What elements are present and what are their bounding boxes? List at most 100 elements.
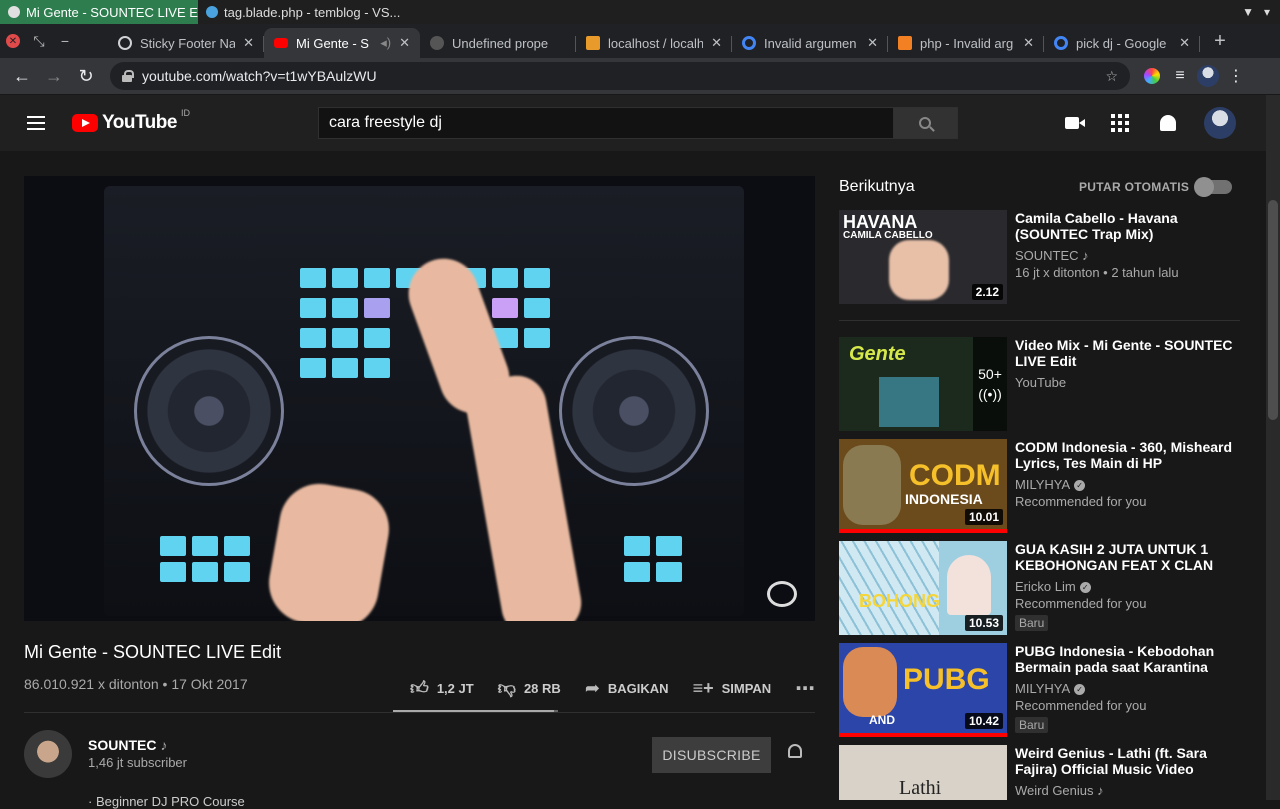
os-window-youtube[interactable]: Mi Gente - SOUNTEC LIVE E... bbox=[0, 0, 198, 24]
window-restore-button[interactable]: ⤡ bbox=[26, 24, 52, 58]
video-thumbnail[interactable]: PUBG AND 10.42 bbox=[839, 643, 1007, 737]
rec-channel[interactable]: Ericko Lim ✓ bbox=[1015, 579, 1235, 594]
tab-title: Invalid argumen bbox=[764, 35, 857, 51]
recommendation-item[interactable]: CODM INDONESIA 10.01 CODM Indonesia - 36… bbox=[839, 439, 1239, 535]
watched-progress bbox=[839, 529, 1007, 533]
video-thumbnail[interactable]: BOHONG 10.53 bbox=[839, 541, 1007, 635]
rec-title[interactable]: Weird Genius - Lathi (ft. Sara Fajira) O… bbox=[1015, 745, 1235, 777]
new-tab-button[interactable]: + bbox=[1200, 24, 1240, 58]
wifi-icon[interactable]: ▼ bbox=[1242, 5, 1254, 19]
notifications-button[interactable] bbox=[1156, 111, 1180, 135]
tab-close-icon[interactable]: ✕ bbox=[867, 35, 878, 51]
tab-close-icon[interactable]: ✕ bbox=[711, 35, 722, 51]
scrollbar-thumb[interactable] bbox=[1268, 200, 1278, 420]
channel-avatar[interactable] bbox=[24, 730, 72, 778]
rec-title[interactable]: GUA KASIH 2 JUTA UNTUK 1 KEBOHONGAN FEAT… bbox=[1015, 541, 1235, 573]
tab-title: localhost / localh bbox=[608, 35, 704, 51]
browser-tab[interactable]: Sticky Footer Na ✕ bbox=[108, 28, 264, 58]
rec-channel-text: MILYHYA bbox=[1015, 681, 1071, 696]
rec-channel[interactable]: YouTube bbox=[1015, 375, 1235, 390]
youtube-play-icon bbox=[72, 114, 98, 132]
browser-tab-active[interactable]: Mi Gente - S ◂) ✕ bbox=[264, 28, 420, 58]
pad bbox=[364, 328, 390, 348]
rec-channel[interactable]: MILYHYA ✓ bbox=[1015, 477, 1235, 492]
url-text[interactable]: youtube.com/watch?v=t1wYBAulzWU bbox=[142, 68, 1095, 84]
channel-name-text: SOUNTEC bbox=[88, 737, 157, 753]
speaker-icon[interactable]: ◂) bbox=[380, 35, 391, 51]
verified-icon: ✓ bbox=[1074, 480, 1086, 492]
os-window-title: Mi Gente - SOUNTEC LIVE E... bbox=[26, 4, 198, 20]
pad bbox=[160, 536, 186, 556]
lock-icon[interactable] bbox=[122, 70, 134, 82]
rec-channel[interactable]: SOUNTEC ♪ bbox=[1015, 248, 1235, 263]
rec-title[interactable]: PUBG Indonesia - Kebodohan Bermain pada … bbox=[1015, 643, 1235, 675]
os-window-vscode[interactable]: tag.blade.php - temblog - VS... bbox=[198, 0, 428, 24]
rec-title[interactable]: Video Mix - Mi Gente - SOUNTEC LIVE Edit bbox=[1015, 337, 1235, 369]
account-avatar[interactable] bbox=[1204, 107, 1236, 139]
menu-icon[interactable] bbox=[16, 116, 56, 130]
browser-tab[interactable]: pick dj - Google ✕ bbox=[1044, 28, 1200, 58]
window-minimize-button[interactable]: − bbox=[52, 24, 78, 58]
browser-tab[interactable]: Undefined prope bbox=[420, 28, 576, 58]
globe-icon bbox=[118, 36, 132, 50]
forward-button[interactable]: → bbox=[40, 62, 68, 90]
notification-bell-button[interactable] bbox=[786, 744, 804, 764]
browser-tab[interactable]: Invalid argumen ✕ bbox=[732, 28, 888, 58]
recommendation-item[interactable]: Gente 50+ ((•)) Video Mix - Mi Gente - S… bbox=[839, 337, 1239, 433]
window-close-button[interactable]: ✕ bbox=[0, 24, 26, 58]
search-button[interactable] bbox=[893, 107, 958, 139]
autoplay-toggle[interactable] bbox=[1194, 177, 1232, 197]
recommendation-item[interactable]: Lathi Weird Genius - Lathi (ft. Sara Faj… bbox=[839, 745, 1239, 800]
like-button[interactable]: 👍︎ 1,2 JT bbox=[398, 677, 486, 699]
rec-channel[interactable]: Weird Genius ♪ bbox=[1015, 783, 1235, 798]
video-thumbnail[interactable]: HAVANA CAMILA CABELLO 2.12 bbox=[839, 210, 1007, 304]
page-scrollbar[interactable] bbox=[1266, 95, 1280, 800]
pad bbox=[192, 562, 218, 582]
unsubscribe-button[interactable]: DISUBSCRIBE bbox=[652, 737, 771, 773]
video-thumbnail[interactable]: Lathi bbox=[839, 745, 1007, 800]
channel-name[interactable]: SOUNTEC ♪ bbox=[88, 737, 167, 753]
save-button[interactable]: ≡+ SIMPAN bbox=[681, 678, 784, 699]
thumbnail-subtext: AND bbox=[869, 713, 895, 727]
verified-icon: ✓ bbox=[1079, 582, 1091, 594]
tab-close-icon[interactable]: ✕ bbox=[399, 35, 410, 51]
create-video-button[interactable] bbox=[1060, 111, 1085, 135]
thumbnail-text: Gente bbox=[849, 343, 906, 365]
tray-menu-icon[interactable]: ▾ bbox=[1264, 5, 1270, 19]
dislike-button[interactable]: 👎︎ 28 RB bbox=[486, 677, 573, 699]
rec-title[interactable]: CODM Indonesia - 360, Misheard Lyrics, T… bbox=[1015, 439, 1235, 471]
os-window-title: tag.blade.php - temblog - VS... bbox=[224, 4, 401, 20]
pad bbox=[192, 536, 218, 556]
thumbnail-text: CODM bbox=[909, 459, 1001, 492]
tab-title: pick dj - Google bbox=[1076, 35, 1167, 51]
youtube-logo[interactable]: YouTube ID bbox=[72, 108, 190, 134]
address-bar[interactable]: youtube.com/watch?v=t1wYBAulzWU ☆ bbox=[110, 62, 1130, 90]
media-control-icon[interactable]: ≡ bbox=[1168, 64, 1192, 88]
apps-button[interactable] bbox=[1108, 111, 1132, 135]
autoplay-label: PUTAR OTOMATIS bbox=[1079, 180, 1190, 194]
mix-thumbnail[interactable]: Gente 50+ ((•)) bbox=[839, 337, 1007, 431]
browser-tab[interactable]: php - Invalid arg ✕ bbox=[888, 28, 1044, 58]
color-extension-icon[interactable] bbox=[1140, 64, 1164, 88]
more-actions-button[interactable]: ⋯ bbox=[783, 676, 827, 701]
recommendation-item[interactable]: BOHONG 10.53 GUA KASIH 2 JUTA UNTUK 1 KE… bbox=[839, 541, 1239, 637]
video-thumbnail[interactable]: CODM INDONESIA 10.01 bbox=[839, 439, 1007, 533]
reload-button[interactable]: ↻ bbox=[72, 62, 100, 90]
recommendation-item[interactable]: HAVANA CAMILA CABELLO 2.12 Camila Cabell… bbox=[839, 210, 1239, 306]
share-button[interactable]: ➦ BAGIKAN bbox=[573, 678, 681, 699]
browser-tab[interactable]: localhost / localh ✕ bbox=[576, 28, 732, 58]
tab-close-icon[interactable]: ✕ bbox=[1023, 35, 1034, 51]
search-input[interactable] bbox=[317, 107, 894, 139]
header-actions bbox=[1060, 107, 1266, 139]
tab-close-icon[interactable]: ✕ bbox=[243, 35, 254, 51]
tab-close-icon[interactable]: ✕ bbox=[1179, 35, 1190, 51]
divider bbox=[24, 712, 815, 713]
star-icon[interactable]: ☆ bbox=[1105, 68, 1118, 85]
browser-menu-icon[interactable]: ⋮ bbox=[1224, 64, 1248, 88]
rec-title[interactable]: Camila Cabello - Havana (SOUNTEC Trap Mi… bbox=[1015, 210, 1235, 242]
rec-channel[interactable]: MILYHYA ✓ bbox=[1015, 681, 1235, 696]
video-player[interactable] bbox=[24, 176, 815, 621]
recommendation-item[interactable]: PUBG AND 10.42 PUBG Indonesia - Kebodoha… bbox=[839, 643, 1239, 739]
profile-avatar-icon[interactable] bbox=[1196, 64, 1220, 88]
back-button[interactable]: ← bbox=[8, 62, 36, 90]
